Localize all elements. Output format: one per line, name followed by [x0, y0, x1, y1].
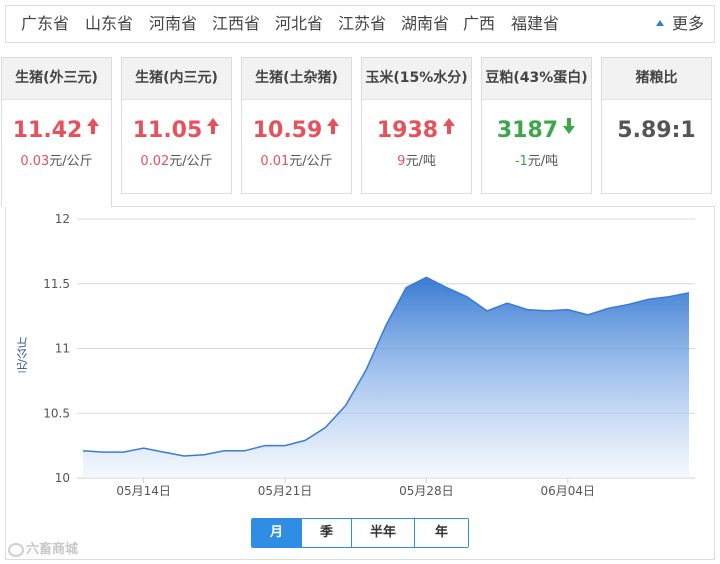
price-change: 0.01元/公斤 [242, 150, 351, 169]
watermark: 六畜商城 [8, 538, 78, 557]
price-card-title: 猪粮比 [602, 58, 711, 100]
x-tick-label: 05月21日 [258, 484, 313, 498]
change-value: 0.03 [20, 154, 50, 169]
region-link[interactable]: 河南省 [149, 6, 197, 42]
price-card[interactable]: 豆粕(43%蛋白) 3187 -1元/吨 [481, 57, 592, 194]
x-tick-label: 05月28日 [399, 484, 454, 498]
x-tick-label: 06月04日 [541, 484, 596, 498]
price-chart: 10 10.5 11 11.5 12 05月14日 05月21日 05月28日 06月04日 [43, 212, 695, 498]
region-link[interactable]: 福建省 [511, 6, 559, 42]
region-bar: 广东省 山东省 河南省 江西省 河北省 江苏省 湖南省 广西 福建省 更多 [5, 5, 715, 43]
arrow-up-icon [326, 116, 340, 142]
chart-panel: 10 10.5 11 11.5 12 05月14日 05月21日 05月28日 06月04日 元… [5, 206, 715, 560]
price-card[interactable]: 猪粮比 5.89:1 [601, 57, 712, 194]
more-label: 更多 [671, 14, 704, 33]
change-unit: 元/公斤 [289, 154, 333, 169]
price-card-title: 玉米(15%水分) [362, 58, 471, 100]
price-number: 11.05 [132, 118, 203, 143]
region-link[interactable]: 广西 [463, 6, 495, 42]
arrow-down-icon [562, 116, 576, 142]
x-tick-label: 05月14日 [116, 484, 171, 498]
y-tick-label: 12 [55, 212, 70, 226]
price-card[interactable]: 生猪(外三元) 11.42 0.03元/公斤 [1, 57, 112, 207]
price-change: 0.02元/公斤 [122, 150, 231, 169]
triangle-up-icon [655, 19, 664, 26]
change-value: 0.02 [140, 154, 170, 169]
arrow-up-icon [442, 116, 456, 142]
change-unit: 元/公斤 [169, 154, 213, 169]
y-tick-label: 11.5 [43, 277, 70, 291]
change-unit: 元/吨 [527, 154, 559, 169]
price-number: 5.89:1 [617, 118, 696, 143]
tab-month[interactable]: 月 [252, 519, 302, 547]
change-value: -1 [514, 154, 528, 169]
change-value: 0.01 [260, 154, 290, 169]
price-value: 1938 [362, 118, 471, 144]
series-area [83, 277, 689, 478]
price-change: 0.03元/公斤 [2, 150, 111, 169]
tab-quarter[interactable]: 季 [302, 519, 352, 547]
region-link[interactable]: 广东省 [21, 6, 69, 42]
price-change: -1元/吨 [482, 150, 591, 169]
change-unit: 元/公斤 [49, 154, 93, 169]
region-link[interactable]: 河北省 [275, 6, 323, 42]
region-link[interactable]: 湖南省 [401, 6, 449, 42]
arrow-up-icon [86, 116, 100, 142]
region-link[interactable]: 江西省 [212, 6, 260, 42]
price-value: 3187 [482, 118, 591, 144]
more-button[interactable]: 更多 [655, 6, 704, 42]
price-value: 5.89:1 [602, 118, 711, 144]
tab-year[interactable]: 年 [415, 519, 468, 547]
y-tick-label: 10 [55, 471, 70, 485]
price-change: 9元/吨 [362, 150, 471, 169]
region-link[interactable]: 山东省 [85, 6, 133, 42]
price-number: 11.42 [12, 118, 83, 143]
y-tick-label: 10.5 [43, 406, 70, 420]
price-card-title: 豆粕(43%蛋白) [482, 58, 591, 100]
price-card[interactable]: 生猪(土杂猪) 10.59 0.01元/公斤 [241, 57, 352, 194]
period-tabs: 月 季 半年 年 [251, 518, 469, 548]
price-card-title: 生猪(土杂猪) [242, 58, 351, 100]
price-number: 1938 [376, 118, 439, 143]
watermark-text: 六畜商城 [26, 542, 79, 557]
y-axis-title: 元/公斤 [16, 337, 29, 374]
price-card-title: 生猪(外三元) [2, 58, 111, 100]
price-value: 11.05 [122, 118, 231, 144]
region-link[interactable]: 江苏省 [338, 6, 386, 42]
price-value: 10.59 [242, 118, 351, 144]
change-unit: 元/吨 [405, 154, 436, 169]
price-card[interactable]: 玉米(15%水分) 1938 9元/吨 [361, 57, 472, 194]
price-number: 10.59 [252, 118, 323, 143]
tab-half-year[interactable]: 半年 [352, 519, 415, 547]
price-card-title: 生猪(内三元) [122, 58, 231, 100]
arrow-up-icon [206, 116, 220, 142]
watermark-logo-icon [8, 542, 24, 557]
price-value: 11.42 [2, 118, 111, 144]
price-card[interactable]: 生猪(内三元) 11.05 0.02元/公斤 [121, 57, 232, 194]
y-tick-label: 11 [55, 342, 70, 356]
price-number: 3187 [496, 118, 559, 143]
